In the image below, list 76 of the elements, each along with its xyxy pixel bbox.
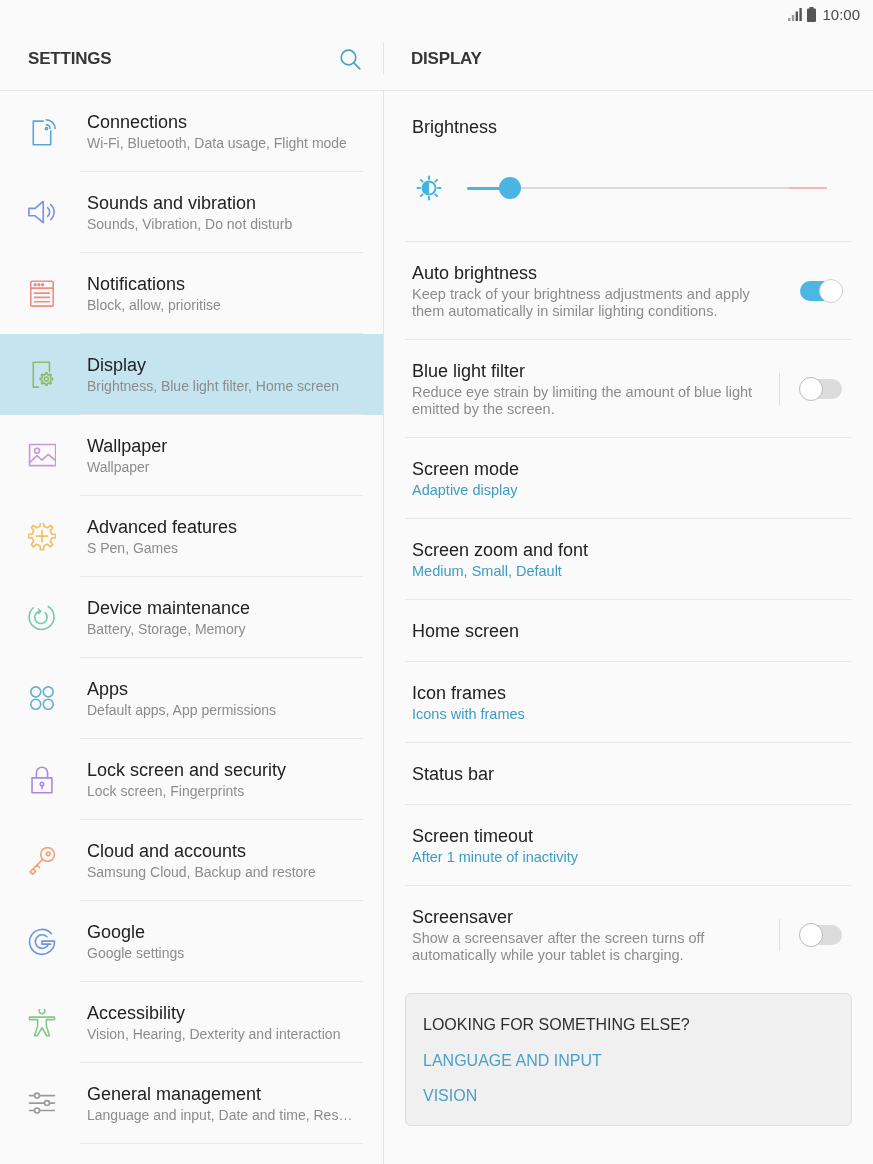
menu-item-title: General management: [87, 1083, 263, 1105]
menu-item[interactable]: Sounds and vibration Sounds, Vibration, Do not disturb: [0, 172, 383, 253]
setting-value: After 1 minute of inactivity: [412, 849, 579, 866]
battery-icon: [807, 6, 817, 22]
setting-value: Icons with frames: [412, 706, 526, 723]
menu-item[interactable]: Accessibility Vision, Hearing, Dexterity and interaction: [0, 982, 383, 1063]
setting-title: Screensaver: [412, 906, 515, 928]
menu-item-subtitle: Sounds, Vibration, Do not disturb: [87, 216, 294, 233]
menu-item-title: Connections: [87, 111, 189, 133]
menu-item-subtitle: S Pen, Games: [87, 540, 180, 557]
refresh-circle-icon: [28, 603, 56, 632]
menu-item-title: Notifications: [87, 273, 187, 295]
menu-item-title: Device maintenance: [87, 597, 252, 619]
menu-item-title: Display: [87, 354, 148, 376]
settings-title: SETTINGS: [28, 49, 112, 69]
list-window-icon: [28, 279, 56, 308]
menu-item[interactable]: Advanced features S Pen, Games: [0, 496, 383, 577]
search-button[interactable]: [339, 48, 361, 70]
menu-item-title: Lock screen and security: [87, 759, 288, 781]
menu-item-title: Cloud and accounts: [87, 840, 248, 862]
signal-icon: [788, 7, 804, 21]
menu-item[interactable]: Google Google settings: [0, 901, 383, 982]
menu-item-subtitle: Wi-Fi, Bluetooth, Data usage, Flight mode: [87, 135, 348, 152]
person-icon: [28, 1008, 56, 1037]
menu-item-subtitle: Wallpaper: [87, 459, 151, 476]
menu-item-title: Apps: [87, 678, 130, 700]
toggle-switch[interactable]: [799, 923, 843, 947]
menu-item[interactable]: General management Language and input, Date and time, Res…: [0, 1063, 383, 1144]
menu-item-subtitle: Google settings: [87, 945, 186, 962]
menu-item-subtitle: Lock screen, Fingerprints: [87, 783, 246, 800]
status-time: 10:00: [822, 5, 860, 23]
setting-description: Show a screensaver after the screen turns off automatically while your tablet is charging.: [412, 930, 706, 964]
menu-item-subtitle: Battery, Storage, Memory: [87, 621, 247, 638]
menu-item-title: Wallpaper: [87, 435, 169, 457]
menu-item[interactable]: Display Brightness, Blue light filter, Home screen: [0, 334, 383, 415]
menu-item[interactable]: Connections Wi-Fi, Bluetooth, Data usage, Flight mode: [0, 91, 383, 172]
setting-description: Keep track of your brightness adjustments and apply them automatically in similar lighting conditions.: [412, 286, 751, 320]
menu-item[interactable]: Apps Default apps, App permissions: [0, 658, 383, 739]
menu-item[interactable]: Cloud and accounts Samsung Cloud, Backup and restore: [0, 820, 383, 901]
setting-title: Auto brightness: [412, 262, 539, 284]
suggestion-title: LOOKING FOR SOMETHING ELSE?: [423, 1015, 690, 1035]
menu-item-title: Advanced features: [87, 516, 239, 538]
four-circles-icon: [28, 684, 56, 713]
toggle-switch[interactable]: [799, 279, 843, 303]
brightness-title: Brightness: [412, 116, 499, 139]
gear-plus-icon: [28, 522, 56, 551]
menu-item-subtitle: Brightness, Blue light filter, Home screen: [87, 378, 341, 395]
setting-title: Blue light filter: [412, 360, 527, 382]
menu-item[interactable]: Device maintenance Battery, Storage, Memory: [0, 577, 383, 658]
menu-item-subtitle: Default apps, App permissions: [87, 702, 278, 719]
menu-item-title: Accessibility: [87, 1002, 187, 1024]
setting-value: Medium, Small, Default: [412, 563, 563, 580]
setting-value: Adaptive display: [412, 482, 519, 499]
menu-item-subtitle: Samsung Cloud, Backup and restore: [87, 864, 317, 881]
setting-title: Screen timeout: [412, 825, 535, 847]
menu-item-subtitle: Block, allow, prioritise: [87, 297, 222, 314]
brightness-icon: [416, 175, 442, 201]
setting-title: Home screen: [412, 620, 521, 642]
setting-title: Screen mode: [412, 458, 521, 480]
display-title: DISPLAY: [411, 49, 482, 69]
setting-title: Icon frames: [412, 682, 508, 704]
lock-icon: [28, 765, 56, 794]
setting-title: Status bar: [412, 763, 496, 785]
toggle-switch[interactable]: [799, 377, 843, 401]
setting-title: Screen zoom and font: [412, 539, 590, 561]
menu-item-title: Google: [87, 921, 147, 943]
menu-item-subtitle: Language and input, Date and time, Res…: [87, 1107, 354, 1124]
key-icon: [28, 846, 56, 875]
menu-item-subtitle: Vision, Hearing, Dexterity and interaction: [87, 1026, 342, 1043]
search-icon: [339, 48, 361, 70]
menu-item-title: Sounds and vibration: [87, 192, 258, 214]
g-letter-icon: [28, 927, 56, 956]
menu-item[interactable]: Wallpaper Wallpaper: [0, 415, 383, 496]
menu-item[interactable]: Lock screen and security Lock screen, Fingerprints: [0, 739, 383, 820]
setting-description: Reduce eye strain by limiting the amount of blue light emitted by the screen.: [412, 384, 754, 418]
slider-thumb[interactable]: [499, 177, 522, 199]
